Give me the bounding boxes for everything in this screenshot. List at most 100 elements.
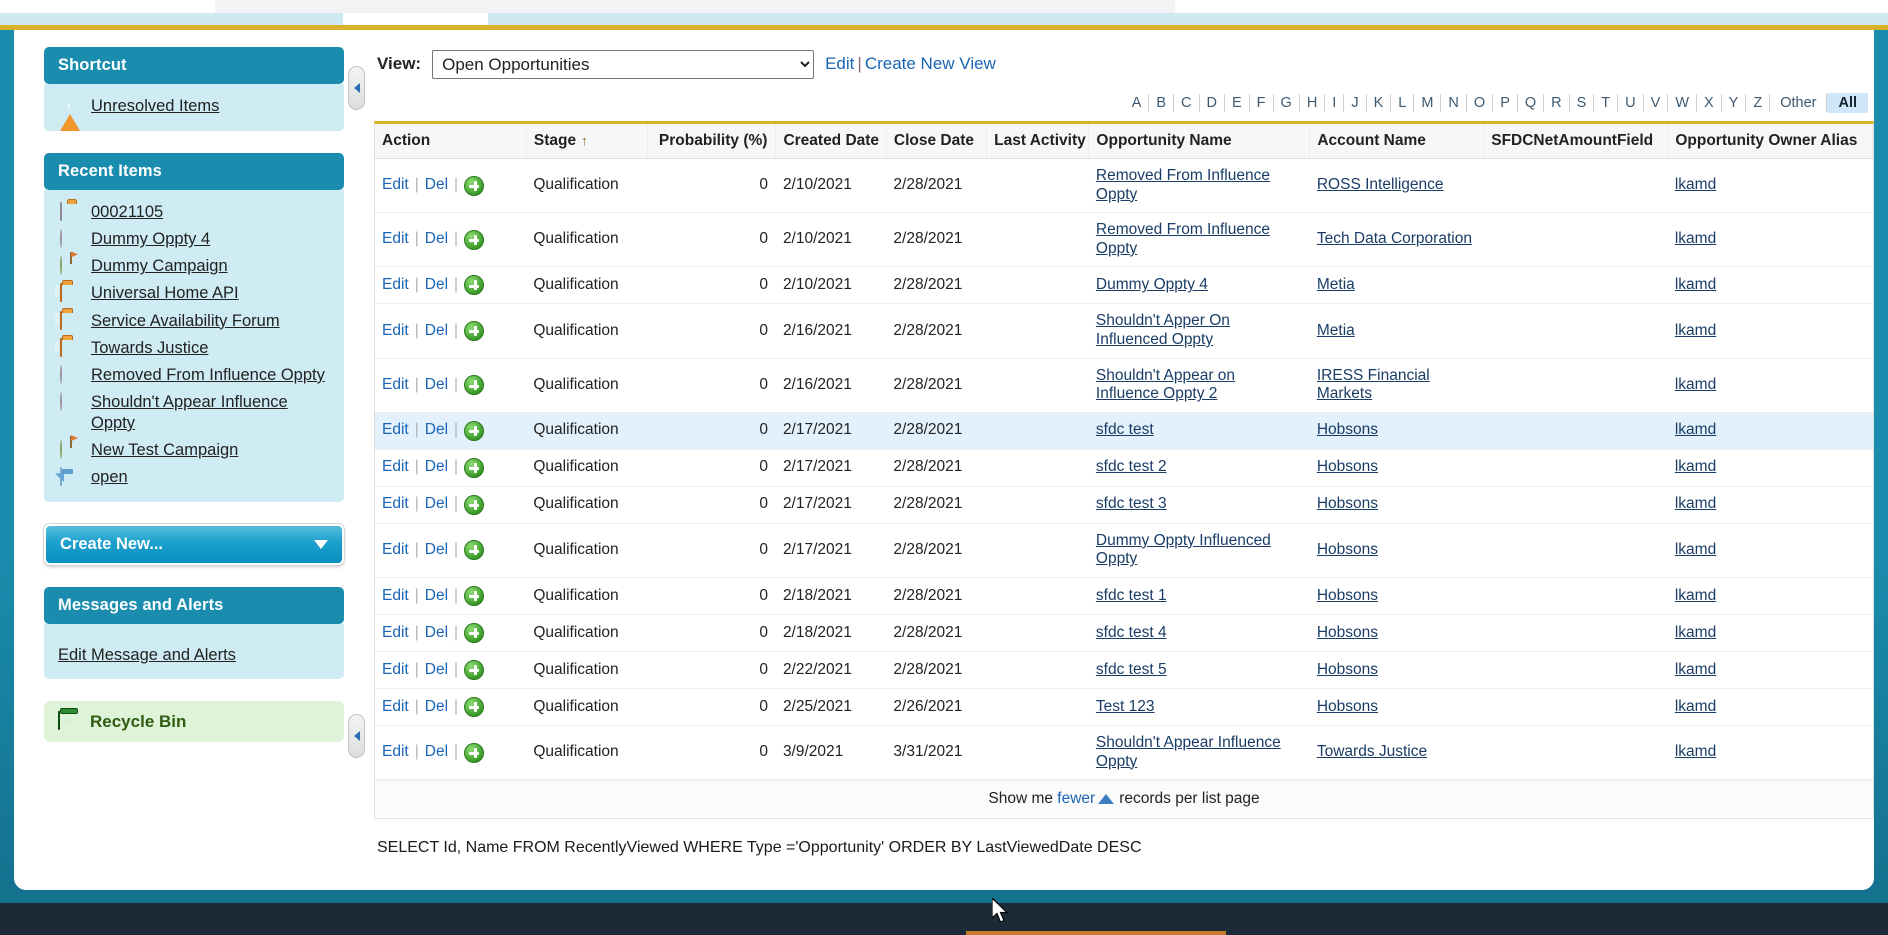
alpha-filter-p[interactable]: P <box>1493 94 1518 112</box>
alpha-filter-e[interactable]: E <box>1225 94 1250 112</box>
add-to-campaign-icon[interactable] <box>464 421 484 441</box>
cell-account-name-link[interactable]: Hobsons <box>1317 587 1378 604</box>
alpha-filter-n[interactable]: N <box>1441 94 1466 112</box>
alpha-filter-x[interactable]: X <box>1697 94 1722 112</box>
add-to-campaign-icon[interactable] <box>464 230 484 250</box>
column-header-last-activity[interactable]: Last Activity <box>987 124 1089 159</box>
cell-account-name-link[interactable]: Hobsons <box>1317 541 1378 558</box>
cell-opportunity-name-link[interactable]: Dummy Oppty Influenced Oppty <box>1096 532 1271 568</box>
cell-opportunity-name-link[interactable]: sfdc test 1 <box>1096 587 1167 604</box>
cell-opportunity-owner-alias-link[interactable]: lkamd <box>1675 661 1716 678</box>
cell-opportunity-owner-alias-link[interactable]: lkamd <box>1675 276 1716 293</box>
alpha-filter-i[interactable]: I <box>1325 94 1344 112</box>
cell-opportunity-name-link[interactable]: Shouldn't Appear on Influence Oppty 2 <box>1096 367 1235 403</box>
column-header-sfdcnetamountfield[interactable]: SFDCNetAmountField <box>1484 124 1668 159</box>
cell-account-name-link[interactable]: IRESS Financial Markets <box>1317 367 1430 403</box>
delete-record-link[interactable]: Del <box>425 661 448 680</box>
table-row[interactable]: Edit|Del|Qualification02/17/20212/28/202… <box>375 486 1873 523</box>
cell-account-name-link[interactable]: Tech Data Corporation <box>1317 230 1472 247</box>
list-item[interactable]: New Test Campaign <box>44 437 344 464</box>
view-select[interactable]: Open OpportunitiesAll OpportunitiesClosi… <box>432 50 814 79</box>
delete-record-link[interactable]: Del <box>425 495 448 514</box>
delete-record-link[interactable]: Del <box>425 743 448 762</box>
table-row[interactable]: Edit|Del|Qualification02/10/20212/28/202… <box>375 213 1873 267</box>
edit-record-link[interactable]: Edit <box>382 458 409 477</box>
cell-opportunity-owner-alias-link[interactable]: lkamd <box>1675 376 1716 393</box>
edit-record-link[interactable]: Edit <box>382 587 409 606</box>
table-row[interactable]: Edit|Del|Qualification02/17/20212/28/202… <box>375 412 1873 449</box>
list-item[interactable]: Dummy Oppty 4 <box>44 226 344 253</box>
cell-opportunity-owner-alias-link[interactable]: lkamd <box>1675 458 1716 475</box>
delete-record-link[interactable]: Del <box>425 421 448 440</box>
alpha-filter-s[interactable]: S <box>1570 94 1595 112</box>
cell-opportunity-owner-alias-link[interactable]: lkamd <box>1675 698 1716 715</box>
column-header-account-name[interactable]: Account Name <box>1310 124 1484 159</box>
list-item[interactable]: 00021105 <box>44 199 344 226</box>
table-row[interactable]: Edit|Del|Qualification02/17/20212/28/202… <box>375 449 1873 486</box>
recent-item-link[interactable]: Dummy Campaign <box>91 256 228 277</box>
edit-record-link[interactable]: Edit <box>382 322 409 341</box>
cell-account-name-link[interactable]: ROSS Intelligence <box>1317 176 1444 193</box>
cell-opportunity-name-link[interactable]: sfdc test 2 <box>1096 458 1167 475</box>
recent-item-link[interactable]: Removed From Influence Oppty <box>91 365 325 386</box>
recent-item-link[interactable]: open <box>91 467 128 488</box>
alpha-filter-all[interactable]: All <box>1827 93 1868 113</box>
alpha-filter-b[interactable]: B <box>1149 94 1174 112</box>
cell-opportunity-name-link[interactable]: Dummy Oppty 4 <box>1096 276 1208 293</box>
cell-opportunity-name-link[interactable]: sfdc test 5 <box>1096 661 1167 678</box>
alpha-filter-k[interactable]: K <box>1367 94 1392 112</box>
add-to-campaign-icon[interactable] <box>464 697 484 717</box>
alpha-filter-m[interactable]: M <box>1414 94 1441 112</box>
edit-record-link[interactable]: Edit <box>382 698 409 717</box>
add-to-campaign-icon[interactable] <box>464 321 484 341</box>
cell-opportunity-owner-alias-link[interactable]: lkamd <box>1675 624 1716 641</box>
recent-item-link[interactable]: Shouldn't Appear Influence Oppty <box>91 392 330 434</box>
edit-record-link[interactable]: Edit <box>382 376 409 395</box>
alpha-filter-f[interactable]: F <box>1250 94 1274 112</box>
list-item[interactable]: Dummy Campaign <box>44 253 344 280</box>
table-row[interactable]: Edit|Del|Qualification02/18/20212/28/202… <box>375 614 1873 651</box>
column-header-stage[interactable]: Stage↑ <box>526 124 647 159</box>
delete-record-link[interactable]: Del <box>425 230 448 249</box>
edit-record-link[interactable]: Edit <box>382 541 409 560</box>
alpha-filter-l[interactable]: L <box>1391 94 1414 112</box>
column-header-opportunity-name[interactable]: Opportunity Name <box>1089 124 1310 159</box>
table-row[interactable]: Edit|Del|Qualification03/9/20213/31/2021… <box>375 725 1873 779</box>
table-row[interactable]: Edit|Del|Qualification02/17/20212/28/202… <box>375 523 1873 577</box>
cell-opportunity-owner-alias-link[interactable]: lkamd <box>1675 230 1716 247</box>
unresolved-items-link[interactable]: Unresolved Items <box>91 96 219 117</box>
cell-opportunity-owner-alias-link[interactable]: lkamd <box>1675 322 1716 339</box>
cell-account-name-link[interactable]: Metia <box>1317 322 1355 339</box>
cell-opportunity-owner-alias-link[interactable]: lkamd <box>1675 495 1716 512</box>
table-row[interactable]: Edit|Del|Qualification02/16/20212/28/202… <box>375 304 1873 358</box>
sidebar-item-unresolved-items[interactable]: Unresolved Items <box>44 93 344 120</box>
cell-opportunity-name-link[interactable]: sfdc test <box>1096 421 1154 438</box>
delete-record-link[interactable]: Del <box>425 322 448 341</box>
cell-account-name-link[interactable]: Towards Justice <box>1317 743 1427 760</box>
cell-opportunity-owner-alias-link[interactable]: lkamd <box>1675 541 1716 558</box>
column-header-created-date[interactable]: Created Date <box>776 124 886 159</box>
cell-account-name-link[interactable]: Hobsons <box>1317 698 1378 715</box>
create-new-button[interactable]: Create New... <box>44 524 344 565</box>
table-row[interactable]: Edit|Del|Qualification02/16/20212/28/202… <box>375 358 1873 412</box>
edit-record-link[interactable]: Edit <box>382 743 409 762</box>
cell-account-name-link[interactable]: Hobsons <box>1317 421 1378 438</box>
alpha-filter-d[interactable]: D <box>1200 94 1225 112</box>
cell-opportunity-owner-alias-link[interactable]: lkamd <box>1675 587 1716 604</box>
alpha-filter-o[interactable]: O <box>1467 94 1493 112</box>
cell-account-name-link[interactable]: Hobsons <box>1317 458 1378 475</box>
recent-item-link[interactable]: Dummy Oppty 4 <box>91 229 210 250</box>
recent-item-link[interactable]: Towards Justice <box>91 338 208 359</box>
list-item[interactable]: Service Availability Forum <box>44 308 344 335</box>
cell-opportunity-owner-alias-link[interactable]: lkamd <box>1675 743 1716 760</box>
alpha-filter-h[interactable]: H <box>1300 94 1325 112</box>
active-app-tab[interactable] <box>343 13 488 25</box>
cell-opportunity-name-link[interactable]: Shouldn't Appear Influence Oppty <box>1096 734 1281 770</box>
cell-opportunity-owner-alias-link[interactable]: lkamd <box>1675 421 1716 438</box>
alpha-filter-other[interactable]: Other <box>1770 94 1827 112</box>
table-row[interactable]: Edit|Del|Qualification02/18/20212/28/202… <box>375 577 1873 614</box>
create-new-view-link[interactable]: Create New View <box>865 54 996 73</box>
cell-account-name-link[interactable]: Hobsons <box>1317 495 1378 512</box>
column-header-close-date[interactable]: Close Date <box>886 124 986 159</box>
edit-record-link[interactable]: Edit <box>382 624 409 643</box>
